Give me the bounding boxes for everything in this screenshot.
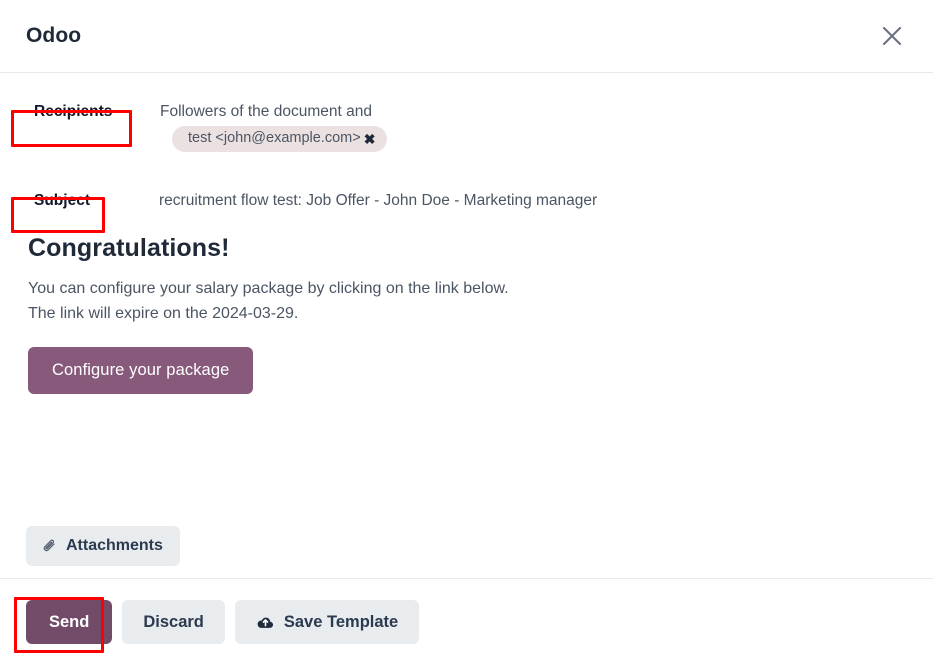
recipients-wrap: Followers of the document and test <john… [148,102,907,153]
cloud-upload-icon [257,617,273,628]
dialog-title: Odoo [26,24,82,47]
dialog-footer: Send Discard Save Template [0,578,933,665]
recipients-label: Recipients [34,103,113,120]
attachments-row: Attachments [26,526,180,566]
email-body-line-1: You can configure your salary package by… [28,280,509,298]
discard-button[interactable]: Discard [122,599,225,645]
recipients-row: Recipients Followers of the document and… [26,99,907,153]
close-icon[interactable] [875,19,909,53]
attachments-button[interactable]: Attachments [26,526,180,566]
save-template-label: Save Template [283,612,399,631]
subject-input[interactable]: recruitment flow test: Job Offer - John … [121,188,907,212]
recipients-value[interactable]: Followers of the document and test <john… [148,99,907,153]
attachments-label: Attachments [66,537,163,554]
remove-recipient-icon[interactable]: ✖ [364,132,376,146]
email-composer-dialog: Odoo Recipients Followers of the documen… [0,0,933,665]
email-body-line-2: The link will expire on the 2024-03-29. [28,305,299,323]
recipient-tag-label: test <john@example.com> [188,129,361,146]
dialog-header: Odoo [0,0,933,73]
close-x-icon [882,26,902,46]
subject-row: Subject recruitment flow test: Job Offer… [26,188,907,214]
configure-package-button[interactable]: Configure your package [28,347,254,395]
recipient-tag[interactable]: test <john@example.com> ✖ [172,125,388,153]
save-template-button[interactable]: Save Template [234,599,420,645]
dialog-body: Recipients Followers of the document and… [0,73,933,578]
email-heading: Congratulations! [28,234,230,263]
subject-label: Subject [34,192,90,210]
paperclip-icon [43,539,55,551]
followers-text: Followers of the document and [160,103,372,120]
email-body-editor[interactable]: Congratulations! You can configure your … [26,218,907,395]
send-button[interactable]: Send [26,599,113,645]
